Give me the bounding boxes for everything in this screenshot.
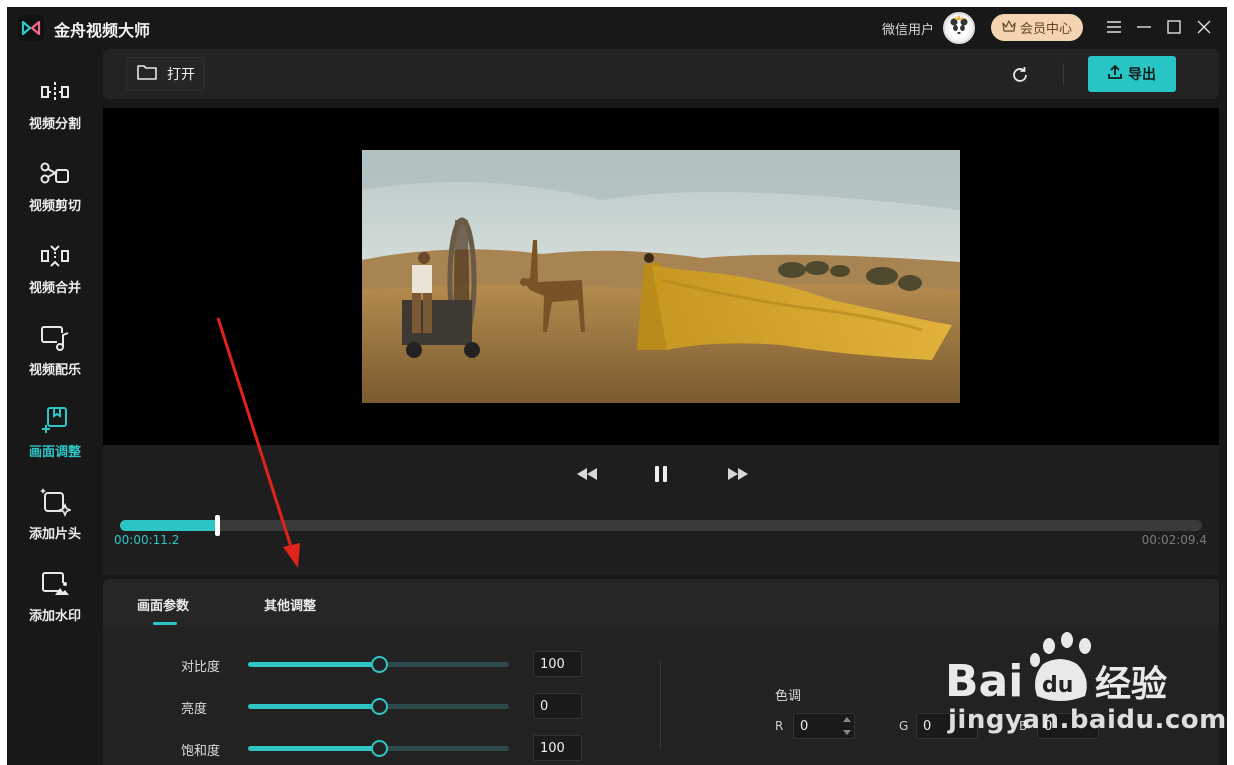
saturation-label: 饱和度 [181,744,221,759]
toolbar-divider [1063,63,1064,85]
sidebar-item-label: 添加片头 [28,527,81,542]
spinner-icon[interactable] [843,717,851,735]
crown-icon [1002,19,1016,36]
sidebar-item-label: 视频剪切 [28,199,81,214]
vip-center-button[interactable]: 会员中心 [991,14,1083,41]
scissors-icon [38,157,72,191]
hue-label: 色调 [775,689,802,704]
rewind-icon[interactable] [573,463,601,485]
slider-fill [248,662,379,667]
brightness-slider[interactable] [248,698,509,715]
svg-text:Bai: Bai [945,656,1023,707]
pause-icon[interactable] [647,463,675,485]
sidebar-item-label: 添加水印 [28,609,81,624]
saturation-row: 饱和度 100 [103,735,623,761]
folder-icon [137,64,157,84]
slider-knob[interactable] [370,698,388,715]
maximize-icon[interactable] [1163,16,1185,38]
progress-handle[interactable] [215,515,221,536]
brightness-label: 亮度 [181,702,208,717]
progress-fill [120,520,218,531]
active-tab-indicator [153,622,177,625]
contrast-label: 对比度 [181,660,221,675]
slider-knob[interactable] [370,656,388,673]
tab-other-adjust[interactable]: 其他调整 [264,595,316,614]
video-frame [362,150,960,403]
upload-icon [1108,64,1122,83]
g-value: 0 [923,719,932,734]
saturation-input[interactable]: 100 [533,735,582,761]
r-input[interactable]: 0 [793,713,855,739]
user-name[interactable]: 微信用户 [882,19,934,38]
saturation-slider[interactable] [248,740,509,757]
sidebar: 视频分割 视频剪切 视频合并 视频配乐 画面调整 添加片头 添加水印 [7,49,103,765]
menu-icon[interactable] [1103,16,1125,38]
refresh-icon[interactable] [1008,63,1032,87]
r-value: 0 [800,719,809,734]
contrast-row: 对比度 100 [103,651,623,677]
svg-text:du: du [1042,673,1073,698]
svg-text:经验: 经验 [1095,664,1167,705]
brightness-input[interactable]: 0 [533,693,582,719]
adjust-icon [38,403,72,437]
g-label: G [899,719,909,733]
open-label: 打开 [167,67,195,83]
fast-forward-icon[interactable] [724,463,752,485]
intro-icon [38,485,72,519]
merge-icon [38,239,72,273]
export-label: 导出 [1128,67,1156,83]
sidebar-item-label: 视频合并 [28,281,81,296]
export-button[interactable]: 导出 [1088,56,1176,92]
sidebar-item-adjust[interactable]: 画面调整 [7,397,103,473]
sidebar-item-intro[interactable]: 添加片头 [7,479,103,555]
sidebar-item-label: 视频分割 [28,117,81,132]
contrast-input[interactable]: 100 [533,651,582,677]
sidebar-item-merge[interactable]: 视频合并 [7,233,103,309]
open-button[interactable]: 打开 [126,57,205,91]
player-controls: 00:00:11.2 00:02:09.4 [103,445,1219,575]
minimize-icon[interactable] [1133,16,1155,38]
app-logo-icon [18,15,44,41]
split-icon [38,75,72,109]
current-time: 00:00:11.2 [114,533,180,547]
app-title: 金舟视频大师 [54,21,151,40]
sidebar-item-cut[interactable]: 视频剪切 [7,151,103,227]
video-preview[interactable] [103,108,1219,445]
music-icon [38,321,72,355]
slider-fill [248,704,379,709]
r-label: R [775,719,784,733]
title-bar: 金舟视频大师 微信用户 会员中心 [7,7,1227,49]
progress-bar[interactable] [120,515,1202,536]
sidebar-item-split[interactable]: 视频分割 [7,69,103,145]
contrast-slider[interactable] [248,656,509,673]
panel-tabs: 画面参数 其他调整 [103,579,1219,627]
sidebar-item-music[interactable]: 视频配乐 [7,315,103,391]
panel-divider [660,661,661,749]
sidebar-item-label: 画面调整 [28,445,81,460]
watermark-url: jingyan.baidu.com [948,705,1227,735]
brightness-row: 亮度 0 [103,693,623,719]
slider-knob[interactable] [370,740,388,757]
vip-center-label: 会员中心 [1019,22,1072,37]
slider-fill [248,746,379,751]
close-icon[interactable] [1193,16,1215,38]
sidebar-item-watermark[interactable]: 添加水印 [7,561,103,637]
tab-picture-params[interactable]: 画面参数 [137,595,189,614]
avatar[interactable] [943,12,975,44]
toolbar: 打开 导出 [103,49,1219,99]
watermark-icon [38,567,72,601]
total-time: 00:02:09.4 [1141,533,1207,547]
sidebar-item-label: 视频配乐 [28,363,81,378]
